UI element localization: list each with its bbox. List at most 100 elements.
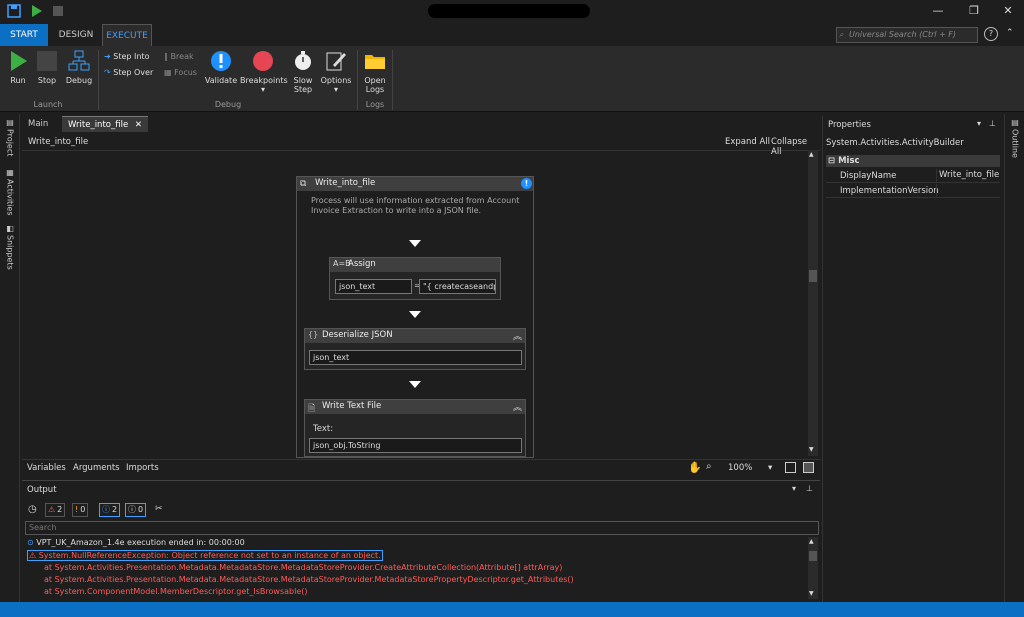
imports-tab[interactable]: Imports [126,463,159,473]
warnings-count: 2 [57,505,63,514]
output-search-input[interactable]: Search [25,521,819,535]
group-debug: Debug [214,100,242,109]
debug-label: Debug [65,76,93,85]
variables-tab[interactable]: Variables [27,463,66,473]
tab-outline[interactable]: ▤ Outline [1008,118,1022,158]
category-label: Misc [838,156,860,166]
help-icon[interactable]: ? [984,27,998,41]
stop-button[interactable]: Stop [35,50,59,85]
designer-scrollbar[interactable]: ▲ ▼ [808,150,818,456]
tab-main[interactable]: Main [22,116,54,132]
property-row[interactable]: ImplementationVersion [826,184,1000,198]
tab-start[interactable]: START [0,24,48,46]
write-text-input[interactable]: json_obj.ToString [309,438,522,453]
break-button[interactable]: ‖ Break [164,50,194,64]
expand-all-button[interactable]: Expand All [725,137,770,147]
restore-button[interactable]: ❐ [960,2,988,20]
zoom-icon[interactable]: ⌕ [706,461,712,472]
focus-button[interactable]: ▦ Focus [164,66,197,80]
property-value[interactable]: Write_into_file [936,169,1000,182]
scroll-thumb[interactable] [809,270,817,282]
project-icon: ▤ [5,118,15,127]
filter-warnings-button[interactable]: ⚠ 2 [45,503,66,517]
filter-info-button[interactable]: ⓘ 2 [99,503,121,517]
pan-icon[interactable]: ✋ [688,461,702,474]
deserialize-title: Deserialize JSON [322,330,393,340]
chevron-up-icon[interactable]: ⌃ [1006,28,1014,38]
arguments-tab[interactable]: Arguments [73,463,120,473]
properties-title: Properties [828,120,871,130]
break-icon: ‖ [164,52,168,61]
document-tabs: Main Write_into_file ✕ [22,116,820,132]
log-stack-line[interactable]: at System.Activities.Presentation.Metada… [44,563,562,572]
clock-icon[interactable]: ◷ [28,504,37,515]
tab-project[interactable]: ▤ Project [3,118,17,156]
pin-icon[interactable]: ⊥ [989,119,996,128]
flow-arrow-icon [409,311,421,318]
clear-icon[interactable]: ✂ [155,504,163,514]
ribbon-separator [357,50,358,110]
stop-icon[interactable] [50,3,66,19]
fit-to-screen-icon[interactable] [785,462,796,473]
output-title: Output [27,485,57,495]
write-text-file-activity[interactable]: 🗎 Write Text File ︽ Text: json_obj.ToStr… [304,399,526,457]
flow-arrow-icon [409,240,421,247]
close-button[interactable]: ✕ [994,2,1022,20]
chevron-down-icon[interactable]: ▾ [768,463,772,473]
overview-icon[interactable] [803,462,814,473]
debug-button[interactable]: Debug [64,50,94,85]
log-stack-line[interactable]: at System.ComponentModel.MemberDescripto… [44,587,307,596]
log-stack-line[interactable]: at System.Activities.Presentation.Metada… [44,575,574,584]
assign-to-input[interactable]: json_text [335,279,412,294]
chevron-down-icon[interactable]: ▾ [792,484,796,493]
run-icon[interactable] [28,3,44,19]
property-value[interactable] [936,184,1000,197]
property-row[interactable]: DisplayName Write_into_file [826,169,1000,183]
activities-label: Activities [5,179,15,216]
tab-design[interactable]: DESIGN [52,24,100,46]
minimize-button[interactable]: — [924,2,952,20]
pin-icon[interactable]: ⊥ [806,484,813,493]
step-into-button[interactable]: ➜ Step Into [104,50,149,64]
tab-snippets[interactable]: ◧ Snippets [3,224,17,270]
deserialize-input[interactable]: json_text [309,350,522,365]
validation-info-icon[interactable]: ! [521,178,532,189]
open-logs-button[interactable]: Open Logs [361,50,389,94]
save-icon[interactable] [6,3,22,19]
assign-value-input[interactable]: "{ createcaseandpr [419,279,496,294]
log-entry-error[interactable]: ⚠ System.NullReferenceException: Object … [27,550,383,561]
ribbon-separator [392,50,393,110]
collapse-icon[interactable]: ︽ [513,329,522,342]
validate-button[interactable]: Validate [204,50,238,85]
scroll-up-icon[interactable]: ▲ [809,538,814,545]
scroll-up-icon[interactable]: ▲ [809,151,814,158]
breakpoints-button[interactable]: Breakpoints ▾ [240,50,288,94]
properties-category[interactable]: ⊟ Misc [826,155,1000,167]
scroll-thumb[interactable] [809,551,817,561]
filter-trace-button[interactable]: ⓘ 0 [125,503,147,517]
step-over-button[interactable]: ↷ Step Over [104,66,153,80]
zoom-level[interactable]: 100% [728,463,752,473]
chevron-down-icon: ▾ [260,85,265,94]
outline-label: Outline [1010,129,1020,158]
breadcrumb[interactable]: Write_into_file [28,137,88,147]
scroll-down-icon[interactable]: ▼ [809,590,814,597]
sequence-header: ⧉ Write_into_file ! [297,177,533,191]
deserialize-json-activity[interactable]: {} Deserialize JSON ︽ json_text [304,328,526,370]
assign-activity[interactable]: A=B Assign json_text = "{ createcaseandp… [329,257,501,300]
output-scrollbar[interactable]: ▲ ▼ [808,537,818,599]
deserialize-header: {} Deserialize JSON ︽ [305,329,525,343]
scroll-down-icon[interactable]: ▼ [809,446,814,453]
close-icon[interactable]: ✕ [135,120,142,130]
slow-step-button[interactable]: Slow Step [289,50,317,94]
collapse-icon[interactable]: ︽ [513,400,522,413]
tab-write-into-file[interactable]: Write_into_file ✕ [62,116,148,132]
tab-activities[interactable]: ▦ Activities [3,168,17,216]
filter-errors-button[interactable]: ! 0 [72,503,89,517]
universal-search-input[interactable]: ⌕ Universal Search (Ctrl + F) [836,27,978,43]
tab-execute[interactable]: EXECUTE [102,24,152,46]
log-entry[interactable]: ⊙ VPT_UK_Amazon_1.4e execution ended in:… [27,538,245,547]
chevron-down-icon[interactable]: ▾ [977,119,981,128]
run-button[interactable]: Run [6,50,30,85]
options-button[interactable]: Options ▾ [319,50,353,94]
